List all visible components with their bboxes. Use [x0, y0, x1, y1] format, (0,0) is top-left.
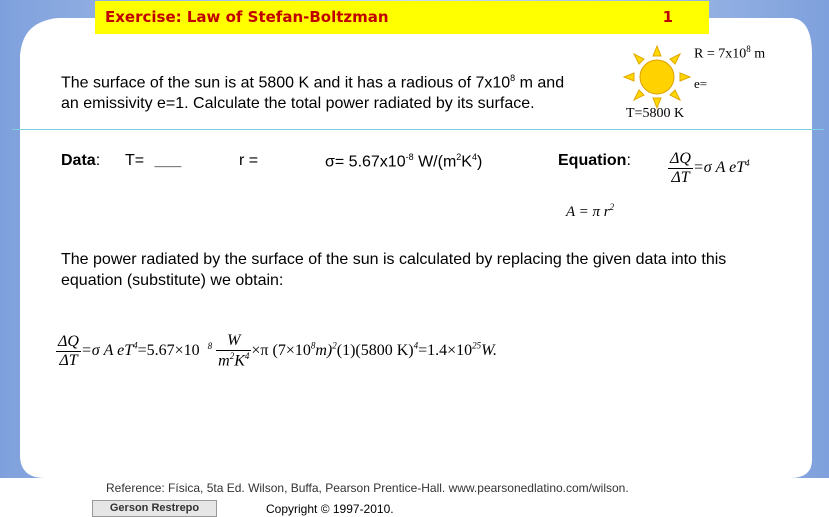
problem-line2: an emissivity e=1. Calculate the total p… — [61, 95, 535, 113]
exercise-title: Exercise: Law of Stefan-Boltzman — [105, 8, 389, 26]
page-number: 1 — [662, 8, 673, 26]
problem-line1-end: m and — [515, 74, 565, 92]
data-t: T= ___ — [125, 152, 182, 169]
equation-label: Equation: — [558, 152, 631, 169]
sun-radius-label: R = 7x108 m — [694, 44, 766, 62]
reference-text: Reference: Física, 5ta Ed. Wilson, Buffa… — [106, 481, 629, 495]
title-bar: Exercise: Law of Stefan-Boltzman 1 — [95, 1, 709, 34]
explanation-text: The power radiated by the surface of the… — [61, 251, 727, 289]
sun-icon — [622, 44, 692, 110]
data-sigma: σ= 5.67x10-8 W/(m2K4) — [325, 152, 483, 171]
area-formula: A = π r2 — [566, 202, 615, 220]
data-label: Data: — [61, 152, 101, 169]
problem-statement: The surface of the sun is at 5800 K and … — [61, 68, 631, 114]
author-badge: Gerson Restrepo — [92, 500, 217, 517]
result-equation: ΔQ ΔT =σ A eT4=5.67×10 8 Wm2K4 ×π (7×108m)2(… — [56, 332, 498, 370]
data-r: r = — [239, 152, 259, 169]
separator — [12, 129, 824, 130]
problem-line1: The surface of the sun is at 5800 K and … — [61, 74, 511, 92]
sun-emissivity-label: e= — [694, 76, 708, 91]
sun-temperature-label: T=5800 K — [626, 106, 685, 121]
copyright-text: Copyright © 1997-2010. — [266, 502, 394, 516]
equation-formula: ΔQ ΔT =σ A eT4 — [668, 150, 750, 186]
